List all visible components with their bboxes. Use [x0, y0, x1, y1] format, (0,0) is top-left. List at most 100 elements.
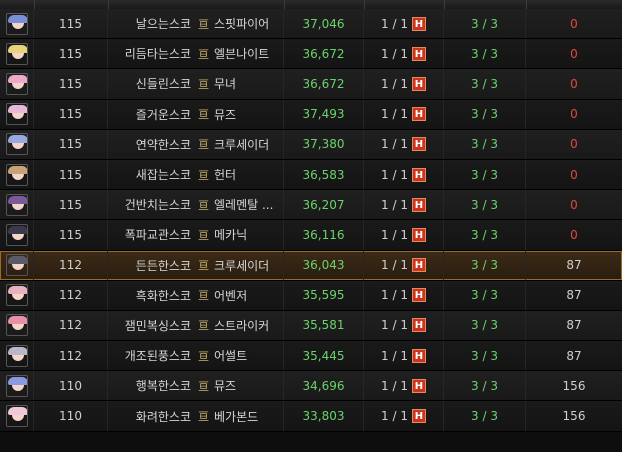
- value-text: 0: [570, 137, 578, 152]
- class-name: 베가본드: [214, 409, 259, 424]
- value-cell: 87: [526, 251, 622, 280]
- character-row[interactable]: 112 든든한스코 亘 크루세이더 36,043 1 / 1 H 3 / 3 8…: [0, 250, 622, 281]
- character-avatar-icon: [5, 163, 28, 186]
- slot-cell: 1 / 1 H: [364, 401, 444, 431]
- fame-value: 37,380: [302, 137, 345, 152]
- party-count: 3 / 3: [471, 137, 498, 152]
- fame-cell: 35,581: [284, 310, 364, 341]
- character-row[interactable]: 115 날으는스코 亘 스핏파이어 37,046 1 / 1 H 3 / 3 0: [0, 9, 622, 40]
- party-count: 3 / 3: [471, 378, 498, 393]
- character-row[interactable]: 110 화려한스코 亘 베가본드 33,803 1 / 1 H 3 / 3 15…: [0, 401, 622, 432]
- character-row[interactable]: 115 건반치는스코 亘 엘레멘탈 ... 36,207 1 / 1 H 3 /…: [0, 190, 622, 221]
- h-badge-icon[interactable]: H: [411, 46, 426, 61]
- character-name: 개조된풍스코: [124, 349, 191, 364]
- h-badge-icon[interactable]: H: [411, 409, 426, 424]
- h-badge-icon[interactable]: H: [411, 107, 426, 122]
- slot-count: 1 / 1: [381, 227, 408, 242]
- party-cell: 3 / 3: [444, 69, 526, 99]
- character-row[interactable]: 115 새잡는스코 亘 헌터 36,583 1 / 1 H 3 / 3 0: [0, 159, 622, 191]
- slot-cell: 1 / 1 H: [364, 9, 444, 39]
- value-text: 87: [566, 318, 582, 333]
- slot-count: 1 / 1: [381, 107, 408, 122]
- fame-cell: 36,043: [284, 250, 364, 280]
- character-row[interactable]: 112 잼민복싱스코 亘 스트라이커 35,581 1 / 1 H 3 / 3 …: [0, 310, 622, 342]
- name-cell: 건반치는스코 亘 엘레멘탈 ...: [108, 190, 284, 220]
- h-badge-icon[interactable]: H: [411, 197, 426, 212]
- h-badge-icon[interactable]: H: [411, 227, 426, 242]
- party-count: 3 / 3: [471, 258, 498, 273]
- h-badge-icon[interactable]: H: [411, 318, 426, 333]
- fame-cell: 35,445: [284, 341, 364, 371]
- fame-value: 36,672: [302, 76, 345, 91]
- character-avatar-icon: [5, 12, 28, 35]
- h-badge-icon[interactable]: H: [411, 288, 426, 303]
- value-text: 0: [570, 76, 578, 91]
- h-badge-icon[interactable]: H: [411, 378, 426, 393]
- avatar-cell: [0, 250, 34, 280]
- value-cell: 0: [526, 130, 622, 159]
- character-name: 리듬타는스코: [124, 47, 191, 62]
- avatar-cell: [0, 220, 34, 250]
- level-text: 115: [59, 137, 82, 152]
- character-row[interactable]: 115 폭파교관스코 亘 메카닉 36,116 1 / 1 H 3 / 3 0: [0, 220, 622, 251]
- level-cell: 110: [34, 371, 108, 401]
- header-cell: [0, 0, 35, 9]
- level-cell: 115: [34, 39, 108, 69]
- level-text: 115: [59, 107, 82, 122]
- character-row[interactable]: 115 리듬타는스코 亘 엘븐나이트 36,672 1 / 1 H 3 / 3 …: [0, 39, 622, 70]
- character-row[interactable]: 115 연약한스코 亘 크루세이더 37,380 1 / 1 H 3 / 3 0: [0, 129, 622, 160]
- h-badge-icon[interactable]: H: [411, 76, 426, 91]
- value-cell: 0: [526, 69, 622, 98]
- h-badge-icon[interactable]: H: [411, 258, 426, 273]
- character-row[interactable]: 112 흑화한스코 亘 어벤저 35,595 1 / 1 H 3 / 3 87: [0, 280, 622, 311]
- character-row[interactable]: 115 신들린스코 亘 무녀 36,672 1 / 1 H 3 / 3 0: [0, 69, 622, 100]
- level-text: 112: [59, 318, 82, 333]
- header-cell: [364, 0, 445, 9]
- slot-count: 1 / 1: [381, 16, 408, 31]
- h-badge-icon[interactable]: H: [411, 348, 426, 363]
- fame-cell: 36,207: [284, 190, 364, 220]
- level-cell: 115: [34, 9, 108, 39]
- level-text: 112: [59, 288, 82, 303]
- character-row[interactable]: 112 개조된풍스코 亘 어썰트 35,445 1 / 1 H 3 / 3 87: [0, 341, 622, 372]
- h-badge-icon[interactable]: H: [411, 137, 426, 152]
- slot-cell: 1 / 1 H: [364, 99, 444, 129]
- name-cell: 폭파교관스코 亘 메카닉: [108, 220, 284, 250]
- level-text: 115: [59, 167, 82, 182]
- level-cell: 115: [34, 129, 108, 159]
- guild-emblem-icon: 亘: [198, 228, 209, 242]
- party-cell: 3 / 3: [444, 310, 526, 341]
- level-text: 115: [59, 16, 82, 31]
- character-row[interactable]: 115 즐거운스코 亘 뮤즈 37,493 1 / 1 H 3 / 3 0: [0, 99, 622, 130]
- level-cell: 115: [34, 159, 108, 190]
- value-cell: 0: [526, 190, 622, 219]
- slot-count: 1 / 1: [381, 378, 408, 393]
- slot-count: 1 / 1: [381, 46, 408, 61]
- list-header-bar: [0, 0, 622, 9]
- slot-count: 1 / 1: [381, 76, 408, 91]
- avatar-cell: [0, 39, 34, 69]
- character-avatar-icon: [5, 314, 28, 337]
- fame-value: 34,696: [302, 378, 345, 393]
- value-cell: 87: [526, 341, 622, 370]
- party-cell: 3 / 3: [444, 250, 526, 280]
- value-cell: 156: [526, 371, 622, 400]
- party-cell: 3 / 3: [444, 9, 526, 39]
- character-row[interactable]: 110 행복한스코 亘 뮤즈 34,696 1 / 1 H 3 / 3 156: [0, 371, 622, 402]
- name-cell: 신들린스코 亘 무녀: [108, 69, 284, 99]
- slot-cell: 1 / 1 H: [364, 39, 444, 69]
- level-cell: 112: [34, 250, 108, 280]
- h-badge-icon[interactable]: H: [411, 16, 426, 31]
- character-avatar-icon: [5, 133, 28, 156]
- h-badge-icon[interactable]: H: [411, 167, 426, 182]
- value-cell: 0: [526, 100, 622, 129]
- character-avatar-icon: [5, 193, 28, 216]
- slot-count: 1 / 1: [381, 137, 408, 152]
- level-text: 115: [59, 76, 82, 91]
- character-avatar-icon: [5, 284, 28, 307]
- character-name: 건반치는스코: [124, 198, 191, 213]
- class-name: 어썰트: [214, 349, 248, 364]
- level-cell: 115: [34, 99, 108, 129]
- avatar-cell: [0, 371, 34, 401]
- value-cell: 87: [526, 311, 622, 340]
